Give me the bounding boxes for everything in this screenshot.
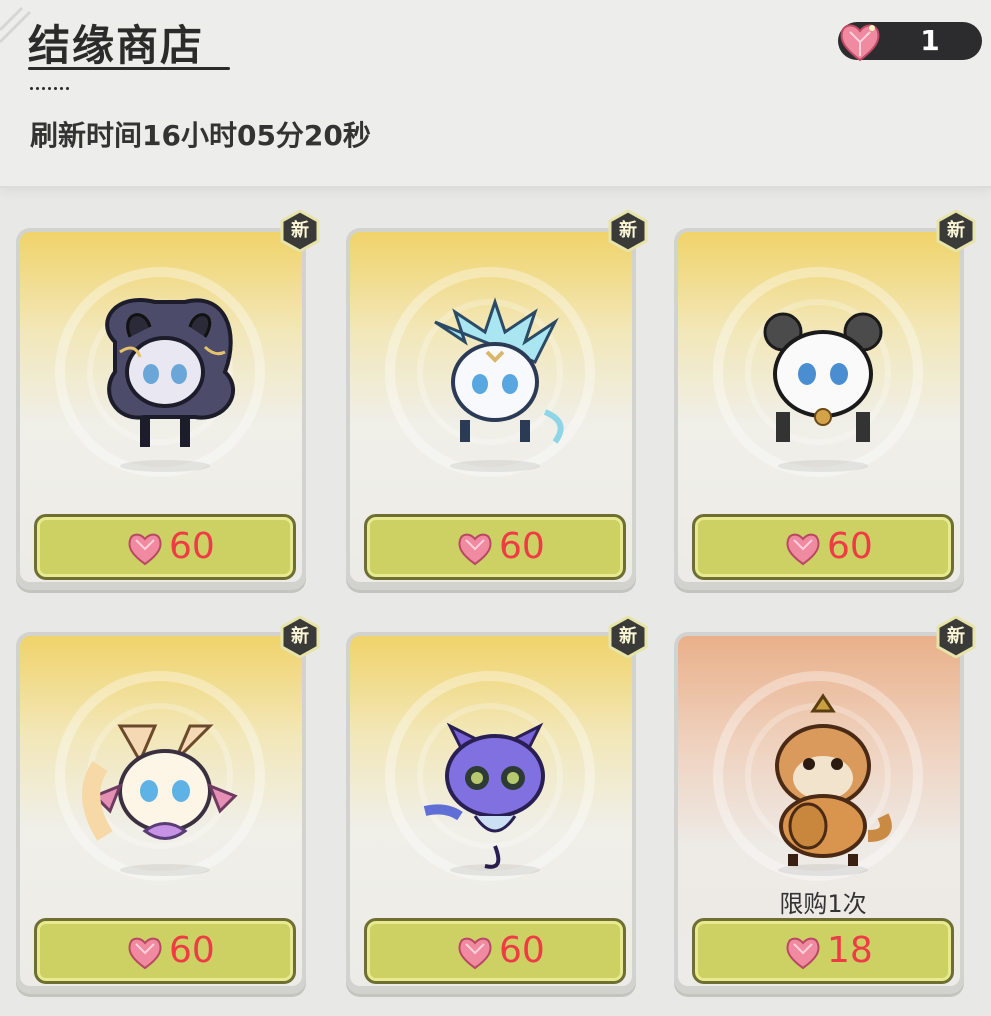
price-button[interactable]: 60 xyxy=(364,514,626,580)
pet-shadow xyxy=(120,864,210,876)
shadow-fox-pet xyxy=(105,298,236,447)
shop-item-card[interactable]: 60 xyxy=(16,632,306,994)
price-button[interactable]: 60 xyxy=(34,514,296,580)
pet-shadow xyxy=(450,864,540,876)
new-badge-label: 新 xyxy=(619,626,637,647)
shop-item-card[interactable]: 60 xyxy=(346,228,636,590)
new-badge-label: 新 xyxy=(947,220,965,241)
purple-cat-pet xyxy=(423,722,545,869)
pet-shadow xyxy=(778,460,868,472)
pet-shadow xyxy=(120,460,210,472)
price-button[interactable]: 60 xyxy=(364,918,626,984)
title-dots xyxy=(30,75,72,94)
price-value: 60 xyxy=(169,930,215,971)
card-background: 60 xyxy=(20,636,302,986)
purchase-limit-label: 限购1次 xyxy=(779,890,867,918)
card-background: 限购1次 18 xyxy=(678,636,960,986)
new-badge: 新 xyxy=(936,615,976,659)
heart-crystal-icon xyxy=(458,533,492,566)
price-value: 60 xyxy=(499,526,545,567)
price-button[interactable]: 60 xyxy=(34,918,296,984)
heart-crystal-icon xyxy=(128,533,162,566)
crystal-fox-pet xyxy=(82,724,238,841)
price-value: 18 xyxy=(827,930,873,971)
card-background: 60 xyxy=(678,232,960,582)
pet-shadow xyxy=(778,864,868,876)
new-badge: 新 xyxy=(608,615,648,659)
title-underline xyxy=(28,67,230,70)
heart-crystal-icon xyxy=(786,533,820,566)
price-value: 60 xyxy=(169,526,215,567)
new-badge-label: 新 xyxy=(291,220,309,241)
heart-crystal-icon xyxy=(840,24,880,62)
currency-amount: 1 xyxy=(920,24,940,57)
card-background: 60 xyxy=(20,232,302,582)
new-badge-label: 新 xyxy=(947,626,965,647)
red-panda-pet xyxy=(775,693,892,866)
heart-crystal-icon xyxy=(786,937,820,970)
shop-item-card[interactable]: 60 xyxy=(346,632,636,994)
price-button[interactable]: 18 xyxy=(692,918,954,984)
price-value: 60 xyxy=(499,930,545,971)
shop-item-card[interactable]: 60 xyxy=(16,228,306,590)
card-background: 60 xyxy=(350,232,632,582)
heart-crystal-icon xyxy=(128,937,162,970)
heart-crystal-icon xyxy=(458,937,492,970)
new-badge-label: 新 xyxy=(619,220,637,241)
new-badge: 新 xyxy=(608,209,648,253)
panda-pet xyxy=(763,312,883,442)
pet-shadow xyxy=(450,460,540,472)
new-badge: 新 xyxy=(280,209,320,253)
new-badge-label: 新 xyxy=(291,626,309,647)
shop-item-card[interactable]: 60 xyxy=(674,228,964,590)
shop-item-card[interactable]: 限购1次 18 xyxy=(674,632,964,994)
price-value: 60 xyxy=(827,526,873,567)
card-background: 60 xyxy=(350,636,632,986)
new-badge: 新 xyxy=(936,209,976,253)
page-title: 结缘商店 xyxy=(28,21,205,70)
refresh-timer: 刷新时间16小时05分20秒 xyxy=(30,119,371,152)
new-badge: 新 xyxy=(280,615,320,659)
ice-dragon-pet xyxy=(434,297,564,444)
price-button[interactable]: 60 xyxy=(692,514,954,580)
